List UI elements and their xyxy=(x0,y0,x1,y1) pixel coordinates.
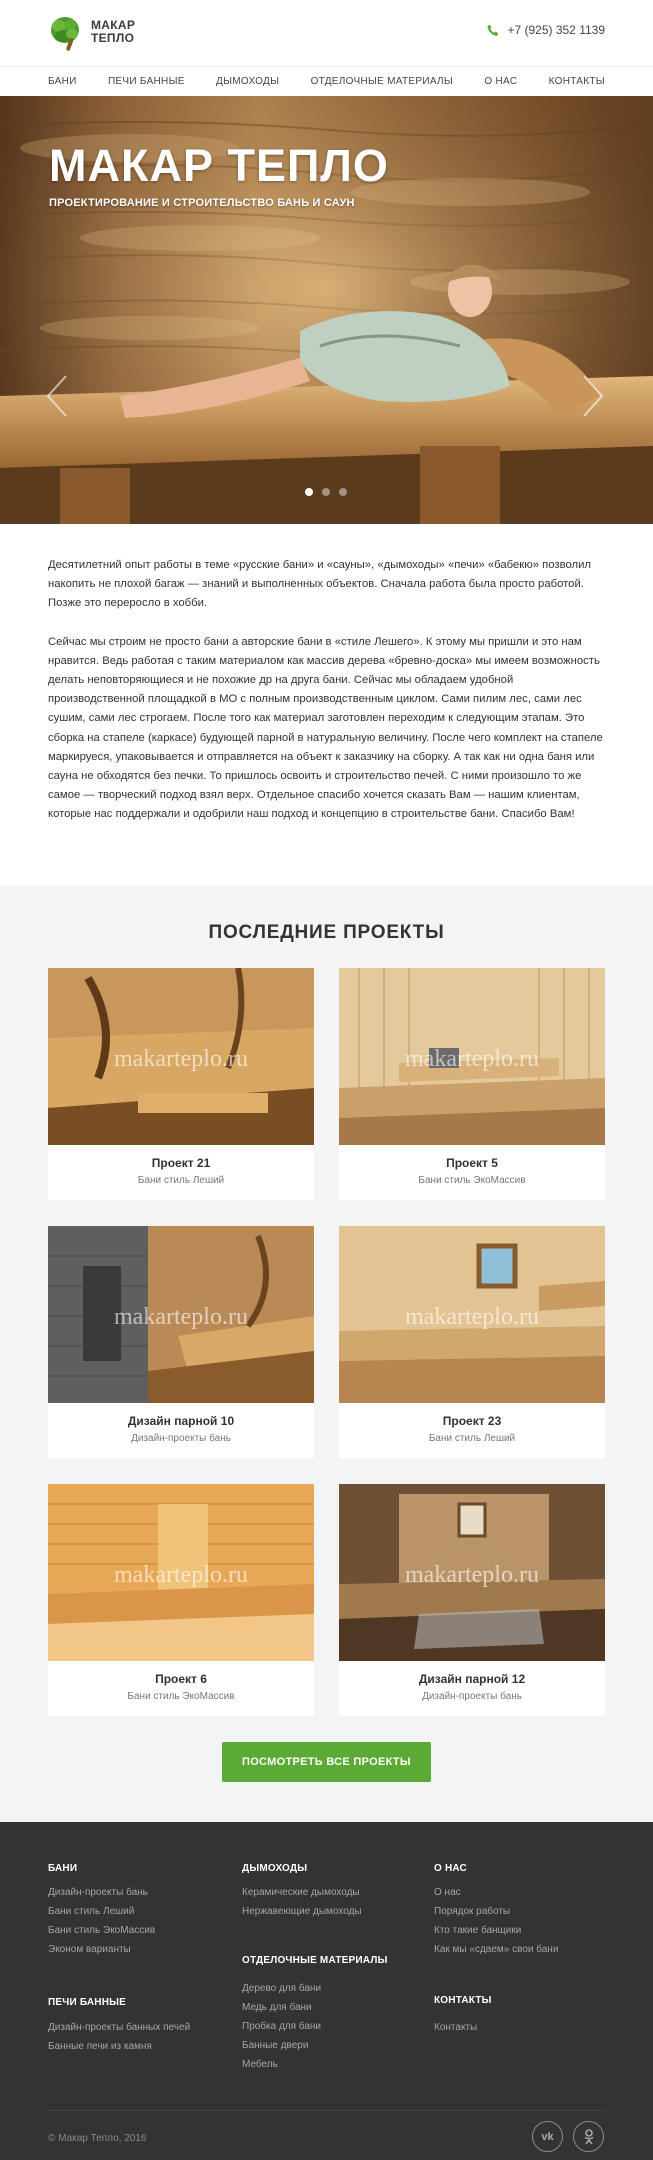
footer-link[interactable]: Банные двери xyxy=(242,2040,308,2051)
footer-title-otdelka: ОТДЕЛОЧНЫЕ МАТЕРИАЛЫ xyxy=(242,1955,388,1966)
slider-next-arrow-icon[interactable] xyxy=(582,374,604,418)
watermark: makarteplo.ru xyxy=(405,1304,539,1330)
nav-item-pechi[interactable]: ПЕЧИ БАННЫЕ xyxy=(108,67,185,96)
footer-link[interactable]: Эконом варианты xyxy=(48,1944,131,1955)
project-name: Дизайн парной 10 xyxy=(127,1414,235,1428)
footer-title-o-nas: О НАС xyxy=(434,1863,467,1874)
slider-dot-1[interactable] xyxy=(305,488,313,496)
slider-dot-2[interactable] xyxy=(322,488,330,496)
footer-title-kontakty: КОНТАКТЫ xyxy=(434,1995,492,2006)
footer-link[interactable]: Дизайн-проекты банных печей xyxy=(48,2022,190,2033)
site-footer: БАНИ Дизайн-проекты бань Бани стиль Леши… xyxy=(0,1822,653,2160)
project-card-23[interactable]: makarteplo.ru Проект 23 Бани стиль Леший xyxy=(339,1226,605,1458)
footer-link[interactable]: О нас xyxy=(434,1887,461,1898)
footer-link[interactable]: Порядок работы xyxy=(434,1906,510,1917)
project-photo: makarteplo.ru xyxy=(48,968,314,1145)
copyright: © Макар Тепло, 2016 xyxy=(48,2133,147,2144)
intro-text: Десятилетний опыт работы в теме «русские… xyxy=(48,556,605,844)
footer-link[interactable]: Дизайн-проекты бань xyxy=(48,1887,148,1898)
intro-paragraph-2: Сейчас мы строим не просто бани а авторс… xyxy=(48,635,603,821)
footer-link[interactable]: Как мы «сдаем» свои бани xyxy=(434,1944,558,1955)
project-category: Бани стиль ЭкоМассив xyxy=(127,1691,235,1702)
footer-link[interactable]: Кто такие банщики xyxy=(434,1925,521,1936)
latest-projects-section: ПОСЛЕДНИЕ ПРОЕКТЫ makarteplo.ru Проект 2… xyxy=(0,886,653,1822)
footer-link[interactable]: Керамические дымоходы xyxy=(242,1887,360,1898)
birch-broom-logo-icon[interactable] xyxy=(48,14,84,52)
slider-dot-3[interactable] xyxy=(339,488,347,496)
nav-item-o-nas[interactable]: О НАС xyxy=(484,67,517,96)
slider-prev-arrow-icon[interactable] xyxy=(46,374,68,418)
site-header: МАКАР ТЕПЛО +7 (925) 352 1139 xyxy=(0,0,653,66)
nav-item-kontakty[interactable]: КОНТАКТЫ xyxy=(549,67,605,96)
watermark: makarteplo.ru xyxy=(405,1562,539,1588)
footer-link[interactable]: Нержавеющие дымоходы xyxy=(242,1906,362,1917)
project-photo: makarteplo.ru xyxy=(339,968,605,1145)
watermark: makarteplo.ru xyxy=(114,1304,248,1330)
project-name: Дизайн парной 12 xyxy=(418,1672,526,1686)
project-card-5[interactable]: makarteplo.ru Проект 5 Бани стиль ЭкоМас… xyxy=(339,968,605,1200)
project-category: Дизайн-проекты бань xyxy=(131,1433,231,1444)
logo-line-2: ТЕПЛО xyxy=(91,31,135,45)
project-card-design-10[interactable]: makarteplo.ru Дизайн парной 10 Дизайн-пр… xyxy=(48,1226,314,1458)
view-all-projects-button[interactable]: ПОСМОТРЕТЬ ВСЕ ПРОЕКТЫ xyxy=(222,1742,431,1782)
footer-link[interactable]: Банные печи из камня xyxy=(48,2041,152,2052)
nav-item-otdelochnye-materialy[interactable]: ОТДЕЛОЧНЫЕ МАТЕРИАЛЫ xyxy=(311,67,453,96)
footer-link[interactable]: Дерево для бани xyxy=(242,1983,321,1994)
vk-icon[interactable]: vk xyxy=(532,2121,563,2152)
project-photo: makarteplo.ru xyxy=(48,1226,314,1403)
watermark: makarteplo.ru xyxy=(114,1046,248,1072)
section-title: ПОСЛЕДНИЕ ПРОЕКТЫ xyxy=(208,922,445,943)
footer-divider xyxy=(48,2110,605,2111)
project-name: Проект 21 xyxy=(151,1156,211,1170)
intro-paragraph-1: Десятилетний опыт работы в теме «русские… xyxy=(48,559,591,610)
odnoklassniki-icon[interactable] xyxy=(573,2121,604,2152)
project-name: Проект 23 xyxy=(442,1414,502,1428)
slider-dots xyxy=(305,488,347,496)
project-category: Бани стиль Леший xyxy=(428,1433,516,1444)
watermark: makarteplo.ru xyxy=(114,1562,248,1588)
phone-contact[interactable]: +7 (925) 352 1139 xyxy=(487,23,605,37)
footer-title-bani: БАНИ xyxy=(48,1863,78,1874)
project-name: Проект 5 xyxy=(446,1156,498,1170)
footer-title-pechi: ПЕЧИ БАННЫЕ xyxy=(48,1997,126,2008)
project-card-6[interactable]: makarteplo.ru Проект 6 Бани стиль ЭкоМас… xyxy=(48,1484,314,1716)
project-card-21[interactable]: makarteplo.ru Проект 21 Бани стиль Леший xyxy=(48,968,314,1200)
footer-link[interactable]: Бани стиль ЭкоМассив xyxy=(48,1925,155,1936)
nav-item-dymokhody[interactable]: ДЫМОХОДЫ xyxy=(216,67,279,96)
project-photo: makarteplo.ru xyxy=(339,1484,605,1661)
hero-title: МАКАР ТЕПЛО xyxy=(49,140,389,191)
footer-link[interactable]: Контакты xyxy=(434,2022,477,2033)
project-card-design-12[interactable]: makarteplo.ru Дизайн парной 12 Дизайн-пр… xyxy=(339,1484,605,1716)
phone-number: +7 (925) 352 1139 xyxy=(507,23,605,37)
watermark: makarteplo.ru xyxy=(405,1046,539,1072)
odnoklassniki-glyph-icon xyxy=(584,2128,593,2144)
project-category: Дизайн-проекты бань xyxy=(422,1691,522,1702)
footer-link[interactable]: Бани стиль Леший xyxy=(48,1906,134,1917)
footer-link[interactable]: Мебель xyxy=(242,2059,278,2070)
phone-icon xyxy=(487,24,499,36)
footer-link[interactable]: Медь для бани xyxy=(242,2002,312,2013)
logo-text[interactable]: МАКАР ТЕПЛО xyxy=(91,19,135,45)
footer-link[interactable]: Пробка для бани xyxy=(242,2021,321,2032)
project-photo: makarteplo.ru xyxy=(48,1484,314,1661)
footer-title-dymokhody: ДЫМОХОДЫ xyxy=(242,1863,308,1874)
project-photo: makarteplo.ru xyxy=(339,1226,605,1403)
project-name: Проект 6 xyxy=(155,1672,207,1686)
hero-slider[interactable]: МАКАР ТЕПЛО ПРОЕКТИРОВАНИЕ И СТРОИТЕЛЬСТ… xyxy=(0,96,653,524)
project-category: Бани стиль ЭкоМассив xyxy=(418,1175,526,1186)
nav-item-bani[interactable]: БАНИ xyxy=(48,67,77,96)
hero-subtitle: ПРОЕКТИРОВАНИЕ И СТРОИТЕЛЬСТВО БАНЬ И СА… xyxy=(49,197,355,209)
main-nav: БАНИ ПЕЧИ БАННЫЕ ДЫМОХОДЫ ОТДЕЛОЧНЫЕ МАТ… xyxy=(0,66,653,96)
project-category: Бани стиль Леший xyxy=(137,1175,225,1186)
